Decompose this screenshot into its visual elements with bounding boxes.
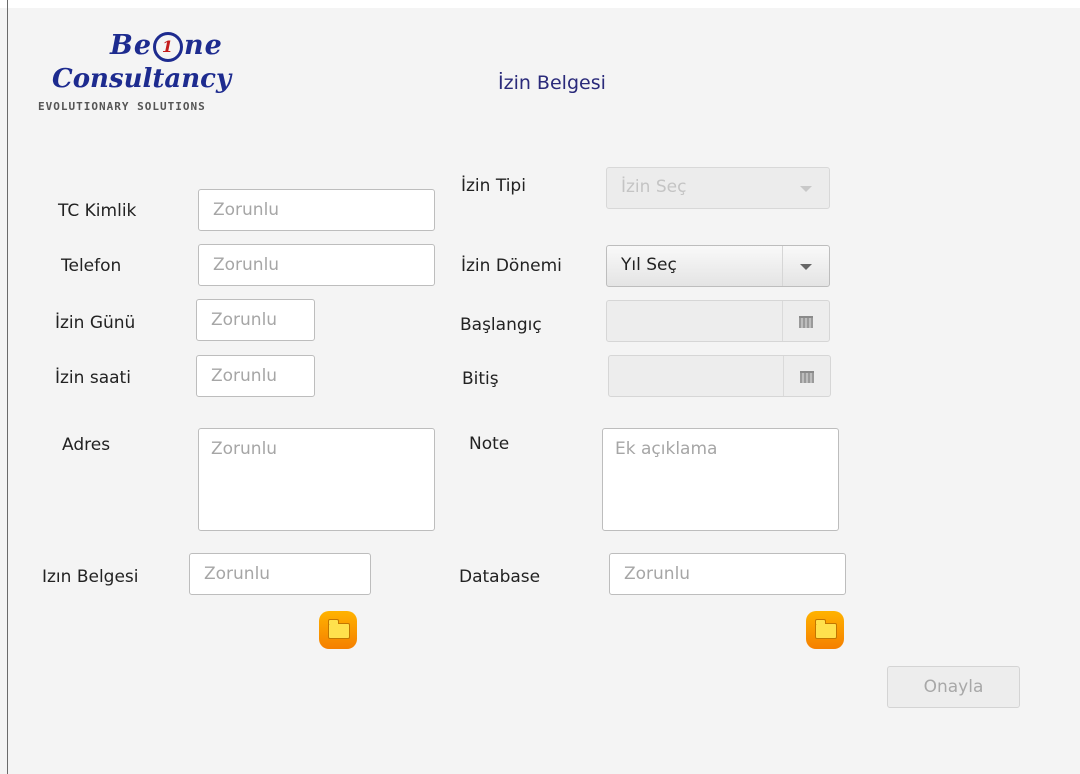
izin-belgesi-folder-button[interactable] xyxy=(319,611,357,649)
chevron-down-icon xyxy=(800,186,812,192)
izin-donemi-value: Yıl Seç xyxy=(621,255,677,275)
database-label: Database xyxy=(459,567,541,587)
bitis-calendar-button[interactable] xyxy=(783,356,830,396)
calendar-icon xyxy=(800,371,814,383)
bitis-label: Bitiş xyxy=(462,369,499,389)
izin-gunu-label: İzin Günü xyxy=(55,313,136,333)
logo-brand-part2: ne xyxy=(184,30,223,61)
izin-saati-input[interactable] xyxy=(196,355,315,397)
onayla-button[interactable]: Onayla xyxy=(887,666,1020,708)
izin-tipi-label: İzin Tipi xyxy=(461,176,526,196)
logo-tagline: EVOLUTIONARY SOLUTIONS xyxy=(38,100,206,113)
logo-brand-part1: Be xyxy=(110,30,152,61)
izin-saati-label: İzin saati xyxy=(55,368,131,388)
izin-tipi-select[interactable]: İzin Seç xyxy=(606,167,830,209)
izin-donemi-select[interactable]: Yıl Seç xyxy=(606,245,830,287)
calendar-icon xyxy=(799,316,813,328)
logo-one-badge: 1 xyxy=(153,32,183,62)
note-textarea[interactable] xyxy=(602,428,839,531)
izin-gunu-input[interactable] xyxy=(196,299,315,341)
izin-tipi-dropdown-button[interactable] xyxy=(783,168,829,208)
telefon-label: Telefon xyxy=(61,256,122,276)
izin-donemi-label: İzin Dönemi xyxy=(461,256,562,276)
adres-textarea[interactable] xyxy=(198,428,435,531)
adres-label: Adres xyxy=(62,435,111,455)
note-label: Note xyxy=(469,434,510,454)
page-title: İzin Belgesi xyxy=(498,72,606,94)
bitis-date-picker[interactable] xyxy=(608,355,831,397)
tc-kimlik-label: TC Kimlik xyxy=(58,201,137,221)
database-input[interactable] xyxy=(609,553,846,595)
company-logo: Be 1 ne Consultancy EVOLUTIONARY SOLUTIONS xyxy=(38,28,338,120)
baslangic-date-picker[interactable] xyxy=(606,300,830,342)
logo-brand-line: Be 1 ne xyxy=(110,30,223,62)
folder-icon xyxy=(328,619,350,639)
folder-icon xyxy=(815,619,837,639)
database-folder-button[interactable] xyxy=(806,611,844,649)
izin-donemi-dropdown-button[interactable] xyxy=(782,246,829,286)
window-top-strip xyxy=(0,0,1080,8)
chevron-down-icon xyxy=(800,264,812,270)
izin-belgesi-label: Izın Belgesi xyxy=(42,567,139,587)
izin-belgesi-input[interactable] xyxy=(189,553,371,595)
telefon-input[interactable] xyxy=(198,244,435,286)
baslangic-calendar-button[interactable] xyxy=(782,301,829,341)
baslangic-label: Başlangıç xyxy=(460,315,542,335)
tc-kimlik-input[interactable] xyxy=(198,189,435,231)
izin-tipi-value: İzin Seç xyxy=(621,177,687,197)
window-left-border xyxy=(7,0,8,774)
logo-consultancy-text: Consultancy xyxy=(52,64,232,94)
